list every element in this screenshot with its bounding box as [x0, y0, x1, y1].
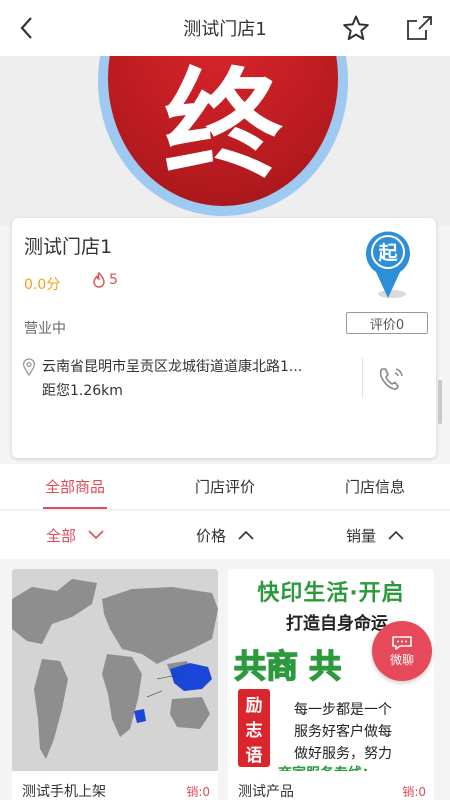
product-grid: 测试手机上架 销:0 快印生活·开启 打造自身命运 共商 共 励 志 语 每一步… — [0, 559, 450, 800]
store-logo-text: 终 — [163, 56, 282, 194]
tab-all-products[interactable]: 全部商品 — [0, 464, 150, 509]
store-info-card: 测试门店1 0.0分 5 营业中 起 评价0 云南省昆明市呈贡区龙城街道道康北路… — [12, 218, 436, 458]
store-tabs: 全部商品 门店评价 门店信息 — [0, 464, 450, 510]
poster-line2: 打造自身命运 — [286, 614, 388, 634]
tab-store-info[interactable]: 门店信息 — [300, 464, 450, 509]
store-page: 测试门店1 终 测试门店1 0.0分 5 营业中 起 评价0 云南省昆明市呈贡区… — [0, 0, 450, 800]
product-card[interactable]: 测试手机上架 销:0 — [12, 569, 218, 800]
poster-line1: 快印生活·开启 — [257, 581, 405, 606]
store-distance: 距您1.26km — [42, 383, 123, 399]
scrollbar-thumb[interactable] — [438, 380, 442, 424]
product-sales: 销:0 — [186, 785, 210, 799]
share-icon — [407, 16, 432, 40]
back-to-top-icon[interactable] — [390, 694, 414, 734]
fire-icon — [93, 272, 105, 288]
store-address: 云南省昆明市呈贡区龙城街道道康北路1... — [42, 359, 303, 375]
review-button[interactable]: 评价0 — [346, 312, 428, 334]
tab-store-reviews[interactable]: 门店评价 — [150, 464, 300, 509]
chevron-left-icon — [20, 17, 32, 39]
page-title: 测试门店1 — [183, 19, 267, 40]
chevron-up-icon — [238, 530, 254, 540]
poster-tag-char: 励 — [245, 696, 263, 716]
chevron-up-icon — [388, 530, 404, 540]
store-logo: 终 — [108, 56, 338, 206]
business-status: 营业中 — [24, 321, 66, 337]
chat-label: 微聊 — [389, 652, 414, 667]
chat-bubble-icon — [392, 635, 412, 650]
chevron-down-icon — [88, 530, 104, 540]
sort-filters: 全部 价格 销量 — [0, 511, 450, 559]
filter-price-label: 价格 — [195, 526, 226, 545]
product-card[interactable]: 快印生活·开启 打造自身命运 共商 共 励 志 语 每一步都是一个 服务好客户做… — [228, 569, 434, 800]
poster-hotline: 商家服务专线： — [278, 763, 376, 771]
favorite-button[interactable] — [340, 12, 372, 44]
popularity-count: 5 — [109, 272, 118, 288]
poster-tag: 励 志 语 — [238, 689, 270, 767]
product-sales: 销:0 — [402, 785, 426, 799]
popularity: 5 — [92, 272, 118, 288]
poster-paragraph-line: 每一步都是一个 — [294, 702, 392, 718]
product-name: 测试手机上架 — [22, 784, 106, 800]
product-image — [12, 569, 218, 771]
poster-line3: 共商 共 — [233, 646, 342, 686]
world-map-image — [12, 569, 218, 771]
store-name: 测试门店1 — [24, 236, 113, 258]
filter-price[interactable]: 价格 — [150, 511, 300, 559]
filter-all-label: 全部 — [45, 526, 76, 545]
back-button[interactable] — [10, 12, 42, 44]
divider — [362, 358, 363, 398]
poster-paragraph-line: 服务好客户做每 — [294, 724, 392, 740]
filter-sales[interactable]: 销量 — [300, 511, 450, 559]
share-button[interactable] — [404, 12, 436, 44]
star-outline-icon — [343, 15, 369, 40]
phone-icon[interactable] — [376, 364, 408, 394]
store-banner: 终 — [0, 56, 450, 226]
store-score: 0.0分 — [24, 277, 61, 293]
chat-button[interactable]: 微聊 — [372, 621, 432, 681]
badge-text: 起 — [377, 242, 398, 264]
poster-tag-char: 志 — [245, 721, 263, 741]
filter-sales-label: 销量 — [345, 526, 376, 545]
filter-all[interactable]: 全部 — [0, 511, 150, 559]
poster-paragraph-line: 做好服务，努力 — [294, 746, 392, 762]
top-nav: 测试门店1 — [0, 0, 450, 56]
location-pin-badge: 起 — [366, 231, 410, 298]
poster-tag-char: 语 — [245, 746, 263, 766]
location-icon — [22, 358, 36, 376]
product-name: 测试产品 — [238, 784, 294, 800]
